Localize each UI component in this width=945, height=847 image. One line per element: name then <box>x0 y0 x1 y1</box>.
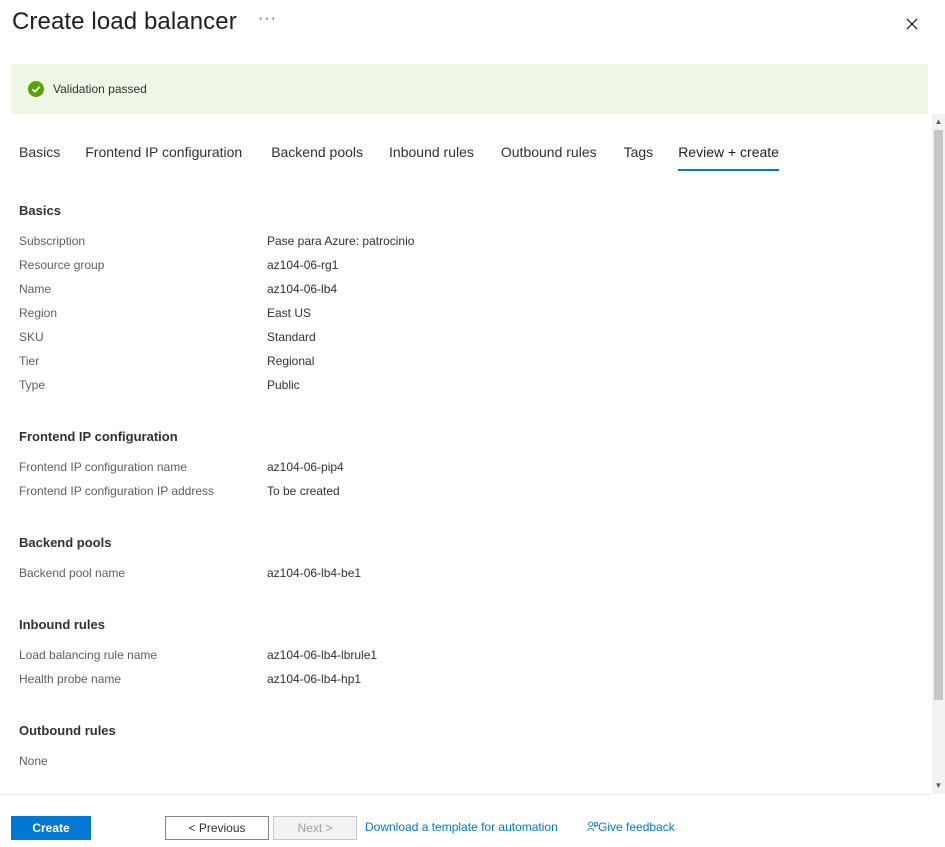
outbound-none-text: None <box>19 754 48 768</box>
scrollbar[interactable]: ▲ ▼ <box>932 114 945 794</box>
scrollbar-thumb[interactable] <box>934 130 943 700</box>
label-health-probe-name: Health probe name <box>19 672 122 686</box>
previous-button[interactable]: < Previous <box>165 816 269 840</box>
section-title-outbound-rules: Outbound rules <box>19 723 116 738</box>
label-name: Name <box>19 282 52 296</box>
give-feedback-link[interactable]: Give feedback <box>587 820 675 834</box>
tab-basics[interactable]: Basics <box>19 144 60 170</box>
value-lb-rule-name: az104-06-lb4-lbrule1 <box>267 648 378 662</box>
label-frontend-ip-name: Frontend IP configuration name <box>19 460 187 474</box>
value-backend-pool-name: az104-06-lb4-be1 <box>267 566 362 580</box>
section-title-backend-pools: Backend pools <box>19 535 112 550</box>
scroll-up-icon[interactable]: ▲ <box>932 116 945 128</box>
label-region: Region <box>19 306 58 320</box>
value-resource-group: az104-06-rg1 <box>267 258 339 272</box>
value-frontend-ip-address: To be created <box>267 484 340 498</box>
tab-backend-pools[interactable]: Backend pools <box>271 144 363 170</box>
value-region: East US <box>267 306 312 320</box>
label-lb-rule-name: Load balancing rule name <box>19 648 158 662</box>
download-template-link[interactable]: Download a template for automation <box>365 820 558 834</box>
section-title-inbound-rules: Inbound rules <box>19 617 105 632</box>
tab-outbound-rules[interactable]: Outbound rules <box>501 144 597 170</box>
validation-text: Validation passed <box>53 82 147 96</box>
value-tier: Regional <box>267 354 315 368</box>
footer-bar: Create < Previous Next > Download a temp… <box>0 794 932 847</box>
give-feedback-label[interactable]: Give feedback <box>598 820 675 834</box>
value-frontend-ip-name: az104-06-pip4 <box>267 460 344 474</box>
validation-banner: Validation passed <box>11 64 928 114</box>
close-icon[interactable] <box>902 14 922 34</box>
value-type: Public <box>267 378 300 392</box>
tab-frontend-ip-configuration[interactable]: Frontend IP configuration <box>85 144 242 170</box>
label-backend-pool-name: Backend pool name <box>19 566 126 580</box>
section-title-frontend-ip: Frontend IP configuration <box>19 429 178 444</box>
tab-inbound-rules[interactable]: Inbound rules <box>389 144 474 170</box>
tab-review-create[interactable]: Review + create <box>678 144 779 171</box>
label-frontend-ip-address: Frontend IP configuration IP address <box>19 484 215 498</box>
value-sku: Standard <box>267 330 316 344</box>
check-circle-icon <box>28 81 44 97</box>
label-type: Type <box>19 378 46 392</box>
feedback-icon <box>587 821 598 832</box>
wizard-tabs: Basics Frontend IP configuration Backend… <box>19 144 779 172</box>
scroll-down-icon[interactable]: ▼ <box>932 780 945 792</box>
value-subscription: Pase para Azure: patrocinio <box>267 234 415 248</box>
tab-tags[interactable]: Tags <box>624 144 654 170</box>
section-title-basics: Basics <box>19 203 61 218</box>
page-title: Create load balancer <box>12 8 237 35</box>
label-subscription: Subscription <box>19 234 86 248</box>
label-tier: Tier <box>19 354 40 368</box>
label-resource-group: Resource group <box>19 258 105 272</box>
more-options-button[interactable]: ··· <box>258 10 277 28</box>
value-name: az104-06-lb4 <box>267 282 338 296</box>
value-health-probe-name: az104-06-lb4-hp1 <box>267 672 362 686</box>
label-sku: SKU <box>19 330 44 344</box>
next-button[interactable]: Next > <box>273 816 357 840</box>
create-button[interactable]: Create <box>11 816 91 840</box>
